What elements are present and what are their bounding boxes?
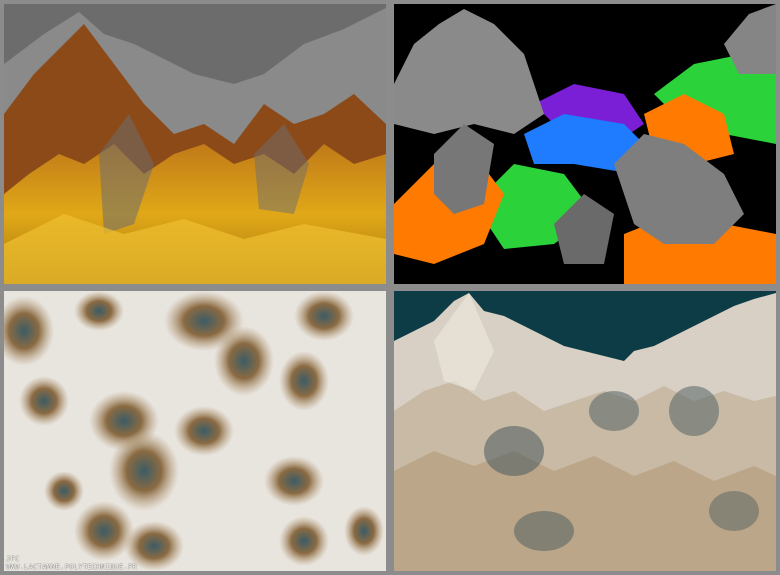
credit-initials: JFC bbox=[6, 555, 20, 563]
snowy-top-view-panel bbox=[4, 291, 386, 571]
snowy-mountains-image bbox=[394, 291, 776, 571]
rainbow-terrain-image bbox=[394, 4, 776, 284]
snowy-top-view-image bbox=[4, 291, 386, 571]
image-grid: JFC WWW.LACTAMME.POLYTECHNIQUE.FR bbox=[0, 0, 780, 575]
credit-text: JFC WWW.LACTAMME.POLYTECHNIQUE.FR bbox=[6, 555, 137, 571]
rainbow-terrain-panel bbox=[394, 4, 776, 284]
snowy-mountains-panel bbox=[394, 291, 776, 571]
golden-mountains-image bbox=[4, 4, 386, 284]
golden-mountains-panel bbox=[4, 4, 386, 284]
credit-url: WWW.LACTAMME.POLYTECHNIQUE.FR bbox=[6, 563, 137, 571]
